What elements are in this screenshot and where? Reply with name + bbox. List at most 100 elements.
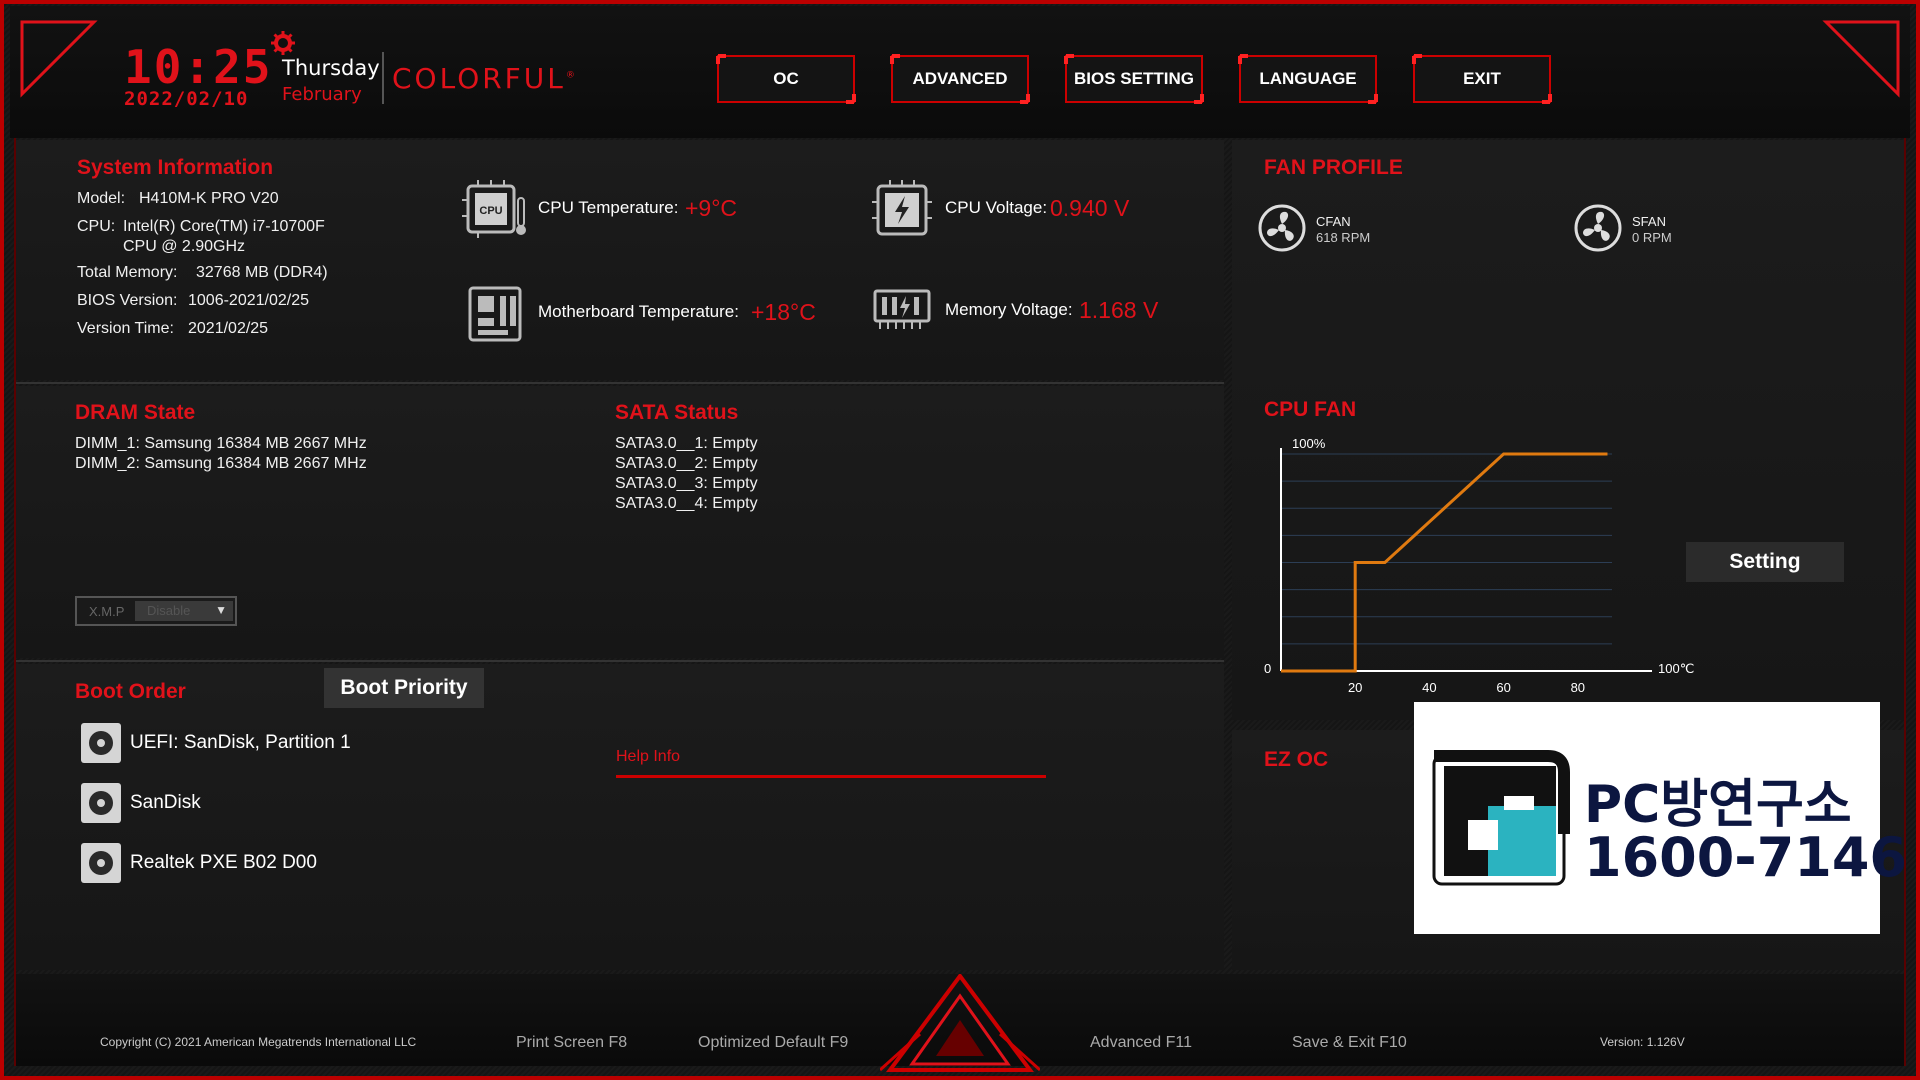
cpu-voltage-value: 0.940 V [1050, 195, 1130, 221]
motherboard-temperature-value: +18°C [751, 299, 816, 325]
dram-slot-1: DIMM_1: Samsung 16384 MB 2667 MHz [75, 435, 367, 452]
sata-status-title: SATA Status [615, 401, 739, 424]
sata-port-1: SATA3.0__1: Empty [615, 435, 758, 452]
nav-exit-button[interactable]: EXIT [1412, 54, 1552, 104]
boot-device-item[interactable]: SanDisk [80, 782, 500, 824]
hard-disk-icon [81, 723, 121, 763]
cpu-value-line2: CPU @ 2.90GHz [123, 238, 246, 255]
sfan-name: SFAN [1632, 214, 1666, 229]
model-label: Model: [77, 190, 126, 207]
version-text: Version: 1.126V [1600, 1035, 1685, 1049]
sfan-rpm: 0 RPM [1632, 230, 1672, 245]
x-axis-max-label: 100℃ [1658, 661, 1694, 676]
memory-voltage-value: 1.168 V [1079, 297, 1159, 323]
chevron-down-icon: ▼ [215, 603, 227, 617]
fan-icon [1258, 204, 1306, 252]
sata-port-4: SATA3.0__4: Empty [615, 495, 758, 512]
boot-priority-button[interactable]: Boot Priority [324, 668, 484, 708]
help-info-title: Help Info [616, 748, 681, 765]
print-screen-hotkey[interactable]: Print Screen F8 [516, 1034, 627, 1052]
xmp-value-box: Disable ▼ [135, 601, 233, 621]
ez-oc-title: EZ OC [1264, 748, 1329, 771]
help-info-underline [616, 775, 1046, 778]
gear-icon [271, 31, 295, 55]
nav-language-button[interactable]: LANGUAGE [1238, 54, 1378, 104]
boot-order-title: Boot Order [75, 680, 186, 703]
cpu-label: CPU: [77, 218, 116, 235]
system-info-title: System Information [77, 156, 274, 179]
fan-setting-button[interactable]: Setting [1686, 542, 1844, 582]
cpu-fan-title: CPU FAN [1264, 398, 1357, 421]
cpu-temperature-icon: CPU [462, 180, 526, 238]
xmp-select[interactable]: X.M.P Disable ▼ [75, 596, 237, 626]
nav-bios-setting-button[interactable]: BIOS SETTING [1064, 54, 1204, 104]
watermark-phone: 1600-7146 [1584, 826, 1907, 889]
bios-screen: { "header": { "time": "10:25", "date": "… [0, 0, 1920, 1080]
fan-profile-title: FAN PROFILE [1264, 156, 1403, 179]
xmp-label: X.M.P [89, 604, 125, 619]
dram-state-title: DRAM State [75, 401, 196, 424]
brand-name: COLORFUL [392, 62, 566, 95]
nav-oc-label: OC [773, 69, 799, 88]
total-memory-label: Total Memory: [77, 264, 178, 281]
nav-bios-setting-label: BIOS SETTING [1074, 69, 1194, 88]
version-time-label: Version Time: [77, 320, 174, 337]
cpu-value: Intel(R) Core(TM) i7-10700F [123, 218, 325, 235]
cpu-chip-label: CPU [479, 205, 502, 217]
nav-advanced-label: ADVANCED [912, 69, 1008, 88]
memory-voltage-icon [873, 289, 931, 329]
brand-logo: COLORFUL® [392, 62, 578, 95]
advanced-hotkey[interactable]: Advanced F11 [1090, 1034, 1192, 1052]
sata-port-2: SATA3.0__2: Empty [615, 455, 758, 472]
hard-disk-icon [81, 783, 121, 823]
chart-grid [1281, 453, 1612, 645]
corner-ornament-top-right [1822, 20, 1900, 98]
nav-oc-button[interactable]: OC [716, 54, 856, 104]
nav-advanced-button[interactable]: ADVANCED [890, 54, 1030, 104]
bios-version-label: BIOS Version: [77, 292, 178, 309]
sata-port-3: SATA3.0__3: Empty [615, 475, 758, 492]
watermark-overlay: PC방연구소 1600-7146 [1414, 702, 1907, 934]
divider [16, 660, 1224, 662]
header-divider [382, 52, 384, 104]
x-tick-label: 60 [1496, 680, 1510, 695]
boot-device-label: SanDisk [130, 792, 201, 813]
brand-registered-mark: ® [565, 70, 578, 81]
cpu-temperature-label: CPU Temperature: [538, 198, 679, 217]
x-tick-labels: 20 40 60 80 [1348, 680, 1585, 695]
clock-time: 10:25 [124, 40, 273, 94]
boot-device-label: UEFI: SanDisk, Partition 1 [130, 732, 351, 753]
dram-slot-2: DIMM_2: Samsung 16384 MB 2667 MHz [75, 455, 367, 472]
boot-device-label: Realtek PXE B02 D00 [130, 852, 317, 873]
motherboard-temperature-label: Motherboard Temperature: [538, 302, 739, 321]
memory-voltage-label: Memory Voltage: [945, 300, 1073, 319]
optimized-default-hotkey[interactable]: Optimized Default F9 [698, 1034, 848, 1052]
x-tick-label: 20 [1348, 680, 1362, 695]
cpu-voltage-icon [872, 180, 932, 236]
nav-exit-label: EXIT [1463, 69, 1501, 88]
boot-device-item[interactable]: Realtek PXE B02 D00 [80, 842, 500, 884]
watermark-logo-icon [1432, 750, 1570, 886]
hard-disk-icon [81, 843, 121, 883]
cpu-voltage-label: CPU Voltage: [945, 198, 1048, 217]
bios-version-value: 1006-2021/02/25 [188, 292, 309, 309]
corner-ornament-top-left [20, 20, 98, 98]
x-tick-label: 40 [1422, 680, 1436, 695]
cfan-name: CFAN [1316, 214, 1351, 229]
copyright-text: Copyright (C) 2021 American Megatrends I… [100, 1035, 417, 1049]
cfan-rpm: 618 RPM [1316, 230, 1371, 245]
nav-language-label: LANGUAGE [1259, 69, 1357, 88]
y-axis-zero-label: 0 [1264, 661, 1271, 676]
month: February [282, 84, 362, 105]
clock-date: 2022/02/10 [124, 88, 249, 110]
cpu-temperature-value: +9°C [685, 195, 738, 221]
total-memory-value: 32768 MB (DDR4) [196, 264, 328, 281]
x-tick-label: 80 [1571, 680, 1585, 695]
y-axis-max-label: 100% [1292, 436, 1326, 451]
fan-icon [1574, 204, 1622, 252]
save-exit-hotkey[interactable]: Save & Exit F10 [1292, 1034, 1407, 1052]
boot-device-item[interactable]: UEFI: SanDisk, Partition 1 [80, 722, 500, 764]
cpu-fan-curve-chart[interactable]: 100% 0 100℃ 20 40 60 80 [1260, 430, 1700, 700]
footer-emblem-icon [880, 974, 1040, 1072]
model-value: H410M-K PRO V20 [139, 190, 279, 207]
